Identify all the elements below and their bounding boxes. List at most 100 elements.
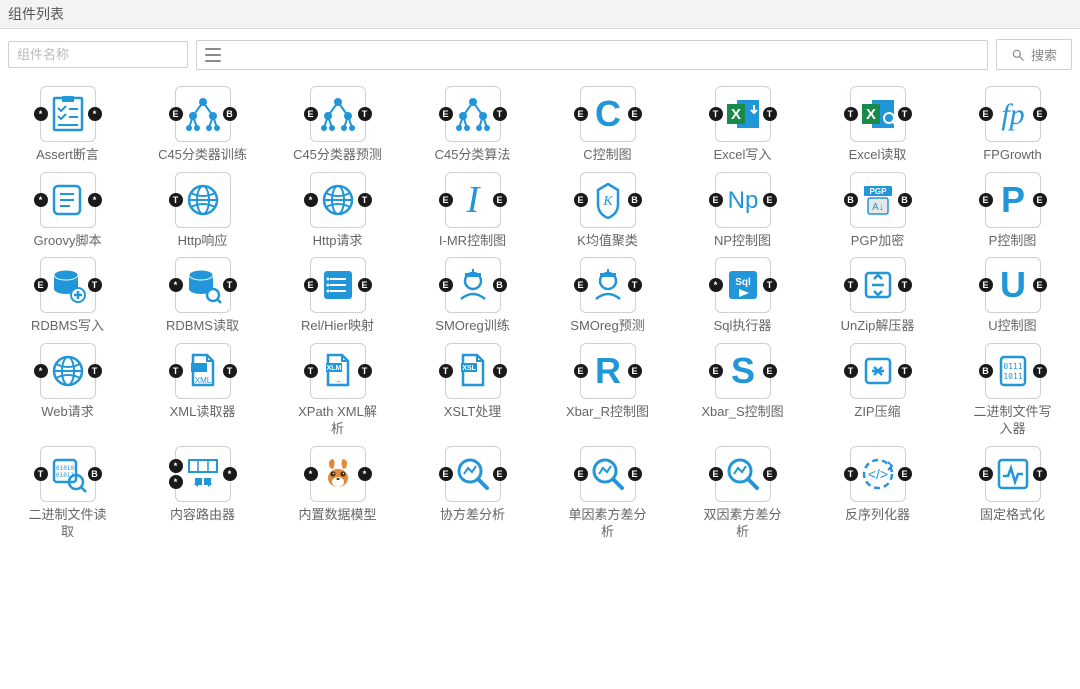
port-right[interactable]: E — [763, 193, 777, 207]
port-left[interactable]: E — [439, 467, 453, 481]
port-left[interactable]: T — [169, 193, 183, 207]
component-imr[interactable]: IEEI-MR控制图 — [405, 168, 540, 254]
component-xslt[interactable]: XSLTTXSLT处理 — [405, 339, 540, 442]
port-left[interactable]: E — [979, 107, 993, 121]
port-right[interactable]: E — [628, 364, 642, 378]
component-excel-read[interactable]: XTTExcel读取 — [810, 82, 945, 168]
search-button[interactable]: 搜索 — [996, 39, 1072, 70]
port-left[interactable]: B — [979, 364, 993, 378]
port-right[interactable]: T — [358, 107, 372, 121]
component-http-resp[interactable]: THttp响应 — [135, 168, 270, 254]
component-unzip[interactable]: TTUnZip解压器 — [810, 253, 945, 339]
port-right[interactable]: T — [88, 278, 102, 292]
component-bin-write[interactable]: 01111011BT二进制文件写入器 — [945, 339, 1080, 442]
port-left[interactable]: E — [979, 278, 993, 292]
component-c-chart[interactable]: CEEC控制图 — [540, 82, 675, 168]
port-left[interactable]: E — [574, 278, 588, 292]
component-name-input[interactable] — [8, 41, 188, 68]
port-left[interactable]: E — [439, 278, 453, 292]
port-right[interactable]: T — [358, 364, 372, 378]
port-right[interactable]: T — [898, 278, 912, 292]
component-smoreg-train[interactable]: EBSMOreg训练 — [405, 253, 540, 339]
port-right[interactable]: T — [763, 278, 777, 292]
port-left[interactable]: * — [169, 459, 183, 473]
port-right[interactable]: T — [88, 364, 102, 378]
port-right[interactable]: E — [493, 193, 507, 207]
port-left[interactable]: E — [574, 107, 588, 121]
port-left[interactable]: T — [169, 364, 183, 378]
port-right[interactable]: T — [898, 364, 912, 378]
component-pgp[interactable]: PGPA↓BBPGP加密 — [810, 168, 945, 254]
component-excel-write[interactable]: XTTExcel写入 — [675, 82, 810, 168]
component-content-route[interactable]: ***内容路由器 — [135, 442, 270, 545]
component-groovy[interactable]: **Groovy脚本 — [0, 168, 135, 254]
port-left[interactable]: E — [709, 467, 723, 481]
port-right[interactable]: B — [493, 278, 507, 292]
port-right[interactable]: E — [493, 467, 507, 481]
port-left[interactable]: T — [844, 364, 858, 378]
component-smoreg-pred[interactable]: ETSMOreg预测 — [540, 253, 675, 339]
component-assert[interactable]: **Assert断言 — [0, 82, 135, 168]
component-xbar-s[interactable]: SEEXbar_S控制图 — [675, 339, 810, 442]
port-right[interactable]: T — [1033, 467, 1047, 481]
port-left[interactable]: E — [169, 107, 183, 121]
component-anova1[interactable]: EE单因素方差分析 — [540, 442, 675, 545]
component-u-chart[interactable]: UEEU控制图 — [945, 253, 1080, 339]
component-relhier[interactable]: EERel/Hier映射 — [270, 253, 405, 339]
port-right[interactable]: * — [223, 467, 237, 481]
component-c45-algo[interactable]: ETC45分类算法 — [405, 82, 540, 168]
filter-bar[interactable] — [196, 40, 988, 70]
port-left[interactable]: E — [439, 193, 453, 207]
port-right[interactable]: T — [358, 193, 372, 207]
port-left[interactable]: T — [844, 278, 858, 292]
port-left[interactable]: E — [34, 278, 48, 292]
port-left[interactable]: * — [169, 278, 183, 292]
port-left[interactable]: T — [439, 364, 453, 378]
port-left[interactable]: T — [844, 107, 858, 121]
port-right[interactable]: E — [763, 364, 777, 378]
component-c45-train[interactable]: EBC45分类器训练 — [135, 82, 270, 168]
port-left[interactable]: * — [304, 193, 318, 207]
component-anova2[interactable]: EE双因素方差分析 — [675, 442, 810, 545]
port-left[interactable]: * — [709, 278, 723, 292]
port-right[interactable]: T — [223, 364, 237, 378]
component-deserialize[interactable]: </>TE反序列化器 — [810, 442, 945, 545]
component-xpath[interactable]: XLM→TTXPath XML解析 — [270, 339, 405, 442]
component-p-chart[interactable]: PEEP控制图 — [945, 168, 1080, 254]
port-left[interactable]: B — [844, 193, 858, 207]
port-left[interactable]: E — [709, 364, 723, 378]
port-left[interactable]: T — [304, 364, 318, 378]
port-right[interactable]: B — [628, 193, 642, 207]
component-rdbms-write[interactable]: ETRDBMS写入 — [0, 253, 135, 339]
port-right[interactable]: E — [898, 467, 912, 481]
port-right[interactable]: T — [628, 278, 642, 292]
component-zip[interactable]: TTZIP压缩 — [810, 339, 945, 442]
port-right[interactable]: T — [223, 278, 237, 292]
port-left[interactable]: E — [304, 107, 318, 121]
port-right[interactable]: E — [1033, 107, 1047, 121]
port-right[interactable]: E — [628, 467, 642, 481]
port-left[interactable]: T — [709, 107, 723, 121]
component-sql-exec[interactable]: Sql*TSql执行器 — [675, 253, 810, 339]
port-right[interactable]: * — [358, 467, 372, 481]
port-left[interactable]: E — [709, 193, 723, 207]
component-builtin-model[interactable]: **内置数据模型 — [270, 442, 405, 545]
port-right[interactable]: B — [223, 107, 237, 121]
port-right[interactable]: * — [88, 107, 102, 121]
component-covariance[interactable]: EE协方差分析 — [405, 442, 540, 545]
component-http-req[interactable]: *THttp请求 — [270, 168, 405, 254]
port-right[interactable]: B — [898, 193, 912, 207]
port-left[interactable]: E — [574, 193, 588, 207]
port-left[interactable]: E — [304, 278, 318, 292]
port-right[interactable]: E — [1033, 278, 1047, 292]
port-right[interactable]: E — [763, 467, 777, 481]
port-right[interactable]: E — [628, 107, 642, 121]
port-left[interactable]: E — [439, 107, 453, 121]
port-left[interactable]: E — [979, 467, 993, 481]
port-right[interactable]: B — [88, 467, 102, 481]
port-right[interactable]: T — [1033, 364, 1047, 378]
component-bin-read[interactable]: 0101001011TB二进制文件读取 — [0, 442, 135, 545]
port-left[interactable]: T — [844, 467, 858, 481]
component-c45-predict[interactable]: ETC45分类器预测 — [270, 82, 405, 168]
port-left[interactable]: * — [34, 193, 48, 207]
